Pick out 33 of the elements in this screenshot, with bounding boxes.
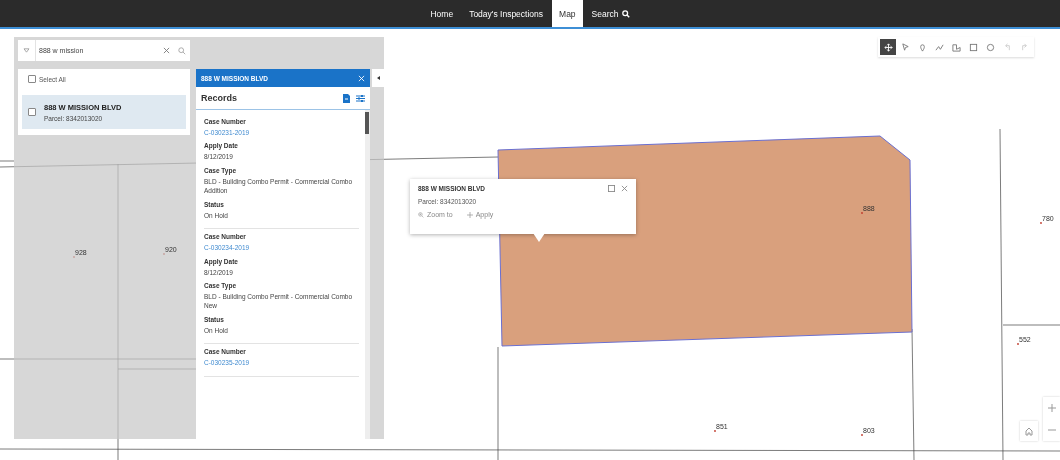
- tool-button[interactable]: [880, 39, 896, 55]
- collapse-button[interactable]: [372, 69, 384, 87]
- minus-icon: [1047, 429, 1056, 431]
- pin-icon: [917, 42, 927, 52]
- search-icon[interactable]: [178, 46, 186, 55]
- search-icon: [621, 9, 630, 18]
- maximize-icon[interactable]: [608, 185, 615, 192]
- nav-tab[interactable]: Today's Inspections: [462, 0, 551, 27]
- polygon-icon: [951, 42, 961, 52]
- sliders-icon[interactable]: [356, 93, 365, 103]
- plus-icon: [1047, 404, 1056, 412]
- nav-tab[interactable]: Map: [552, 0, 583, 27]
- home-button[interactable]: [1020, 421, 1038, 441]
- caret-icon: [376, 76, 380, 80]
- zoom-icon: [418, 212, 424, 219]
- redo-icon: [1019, 42, 1029, 52]
- close-icon[interactable]: [621, 185, 628, 192]
- checkbox[interactable]: [28, 75, 36, 83]
- clear-icon[interactable]: [162, 47, 170, 54]
- document-icon[interactable]: [343, 93, 350, 103]
- checkbox[interactable]: [28, 108, 36, 116]
- filter-caret-icon[interactable]: [23, 48, 30, 53]
- search-link[interactable]: Search: [584, 0, 637, 27]
- plus-icon: [466, 212, 473, 219]
- cursor-icon: [900, 42, 910, 52]
- polyline-icon: [934, 42, 944, 52]
- move-icon: [883, 42, 893, 52]
- home-icon: [1025, 426, 1033, 436]
- square-icon: [968, 42, 978, 52]
- records-heading: Records: [201, 93, 237, 103]
- nav-tab[interactable]: Home: [423, 0, 461, 27]
- scrollbar[interactable]: [365, 110, 370, 439]
- circle-icon: [985, 42, 995, 52]
